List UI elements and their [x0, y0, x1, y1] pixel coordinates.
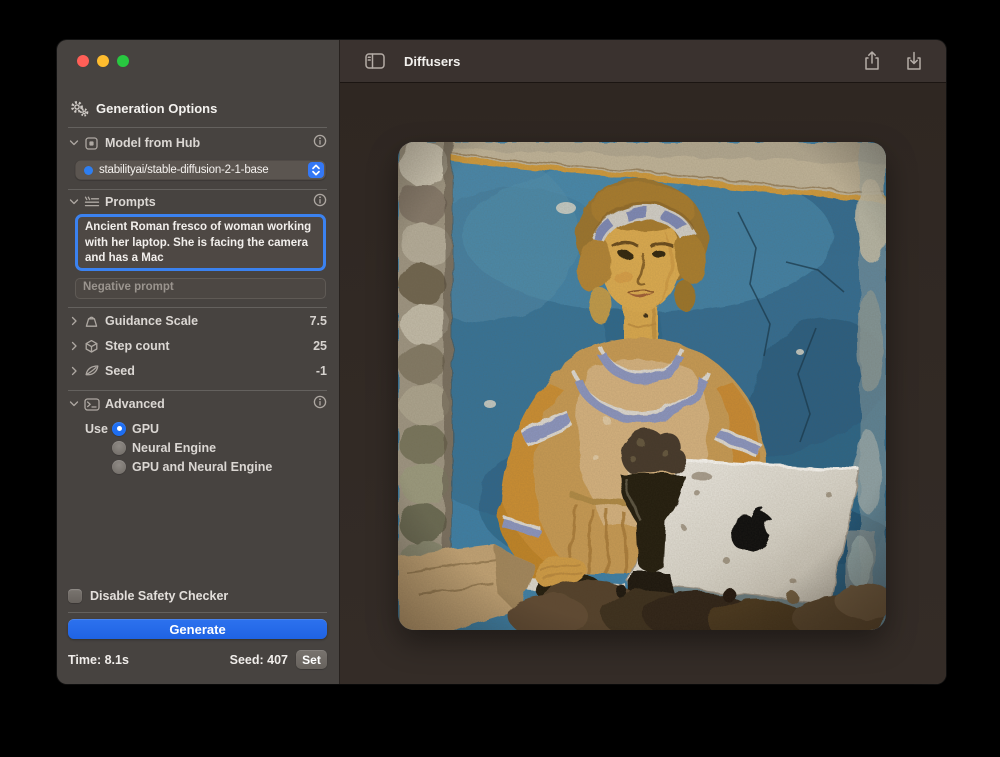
sidebar-header: Generation Options	[70, 100, 339, 117]
compute-option-neural-engine[interactable]: Neural Engine	[85, 440, 325, 455]
negative-prompt-placeholder: Negative prompt	[83, 281, 174, 293]
divider	[68, 307, 327, 308]
compute-option-gpu-and-neural-engine[interactable]: GPU and Neural Engine	[85, 459, 325, 474]
param-row-guidance-scale[interactable]: Guidance Scale 7.5	[68, 313, 327, 329]
divider	[68, 189, 327, 190]
zoom-button[interactable]	[117, 55, 129, 67]
negative-prompt-input[interactable]: Negative prompt	[75, 278, 326, 299]
app-window: Generation Options Model from Hub	[57, 40, 946, 684]
radio-label: Neural Engine	[132, 441, 216, 455]
save-icon[interactable]	[902, 49, 926, 73]
safety-checker-row[interactable]: Disable Safety Checker	[68, 588, 327, 604]
prompts-section-header[interactable]: Prompts	[68, 194, 327, 210]
set-seed-button[interactable]: Set	[296, 650, 327, 669]
titlebar: Diffusers	[340, 40, 946, 83]
info-icon[interactable]	[313, 134, 327, 153]
advanced-section-header[interactable]: Advanced	[68, 396, 327, 412]
screen: Generation Options Model from Hub	[0, 0, 1000, 757]
weight-icon	[84, 314, 104, 329]
param-label: Guidance Scale	[105, 314, 198, 328]
main-panel: Diffusers	[340, 40, 946, 684]
param-label: Step count	[105, 339, 170, 353]
divider	[68, 127, 327, 128]
leaf-icon	[84, 364, 104, 378]
window-title: Diffusers	[404, 54, 460, 69]
radio-label: GPU	[132, 422, 159, 436]
minimize-button[interactable]	[97, 55, 109, 67]
model-section-header[interactable]: Model from Hub	[68, 135, 327, 151]
model-section-label: Model from Hub	[105, 136, 200, 150]
radio-label: GPU and Neural Engine	[132, 460, 272, 474]
prompt-text: Ancient Roman fresco of woman working wi…	[85, 221, 311, 264]
chevron-right-icon[interactable]	[68, 340, 81, 352]
chevron-down-icon[interactable]	[68, 398, 81, 410]
radio-gpu[interactable]	[112, 422, 126, 436]
generation-time: Time: 8.1s	[68, 653, 129, 667]
gears-icon	[70, 100, 89, 117]
model-select[interactable]: stabilityai/stable-diffusion-2-1-base	[75, 160, 326, 180]
status-bar: Time: 8.1s Seed: 407 Set	[68, 650, 327, 669]
chevron-right-icon[interactable]	[68, 365, 81, 377]
safety-checker-checkbox[interactable]	[68, 589, 82, 603]
param-label: Seed	[105, 364, 135, 378]
info-icon[interactable]	[313, 395, 327, 414]
chevron-down-icon[interactable]	[68, 196, 81, 208]
stack-3d-icon	[84, 339, 104, 354]
canvas-area	[340, 83, 946, 684]
prompt-textarea[interactable]: Ancient Roman fresco of woman working wi…	[75, 214, 326, 271]
param-value: 25	[313, 339, 327, 353]
sidebar: Generation Options Model from Hub	[57, 40, 340, 684]
param-value: 7.5	[310, 314, 327, 328]
divider	[68, 390, 327, 391]
sidebar-header-label: Generation Options	[96, 101, 217, 116]
param-value: -1	[316, 364, 327, 378]
divider	[68, 612, 327, 613]
generated-image[interactable]	[398, 142, 886, 630]
param-row-step-count[interactable]: Step count 25	[68, 338, 327, 354]
generate-button[interactable]: Generate	[68, 619, 327, 639]
sidebar-toggle-icon[interactable]	[363, 49, 387, 73]
up-down-chevrons-icon[interactable]	[308, 162, 324, 178]
share-icon[interactable]	[860, 49, 884, 73]
generate-button-label: Generate	[169, 622, 225, 637]
advanced-section-label: Advanced	[105, 397, 165, 411]
result-seed: Seed: 407	[230, 653, 288, 667]
model-select-value: stabilityai/stable-diffusion-2-1-base	[99, 164, 308, 176]
model-status-dot	[84, 166, 93, 175]
safety-checker-label: Disable Safety Checker	[90, 589, 228, 603]
compute-option-gpu[interactable]: Use GPU	[85, 421, 325, 436]
info-icon[interactable]	[313, 193, 327, 212]
terminal-icon	[84, 398, 104, 411]
chevron-right-icon[interactable]	[68, 315, 81, 327]
radio-neural-engine[interactable]	[112, 441, 126, 455]
use-label: Use	[85, 422, 112, 436]
prompts-section-label: Prompts	[105, 195, 156, 209]
window-controls	[77, 55, 129, 67]
set-seed-button-label: Set	[302, 653, 321, 667]
close-button[interactable]	[77, 55, 89, 67]
text-quote-icon	[84, 195, 104, 209]
cube-icon	[84, 136, 104, 151]
param-row-seed[interactable]: Seed -1	[68, 363, 327, 379]
radio-gpu-and-neural-engine[interactable]	[112, 460, 126, 474]
chevron-down-icon[interactable]	[68, 137, 81, 149]
